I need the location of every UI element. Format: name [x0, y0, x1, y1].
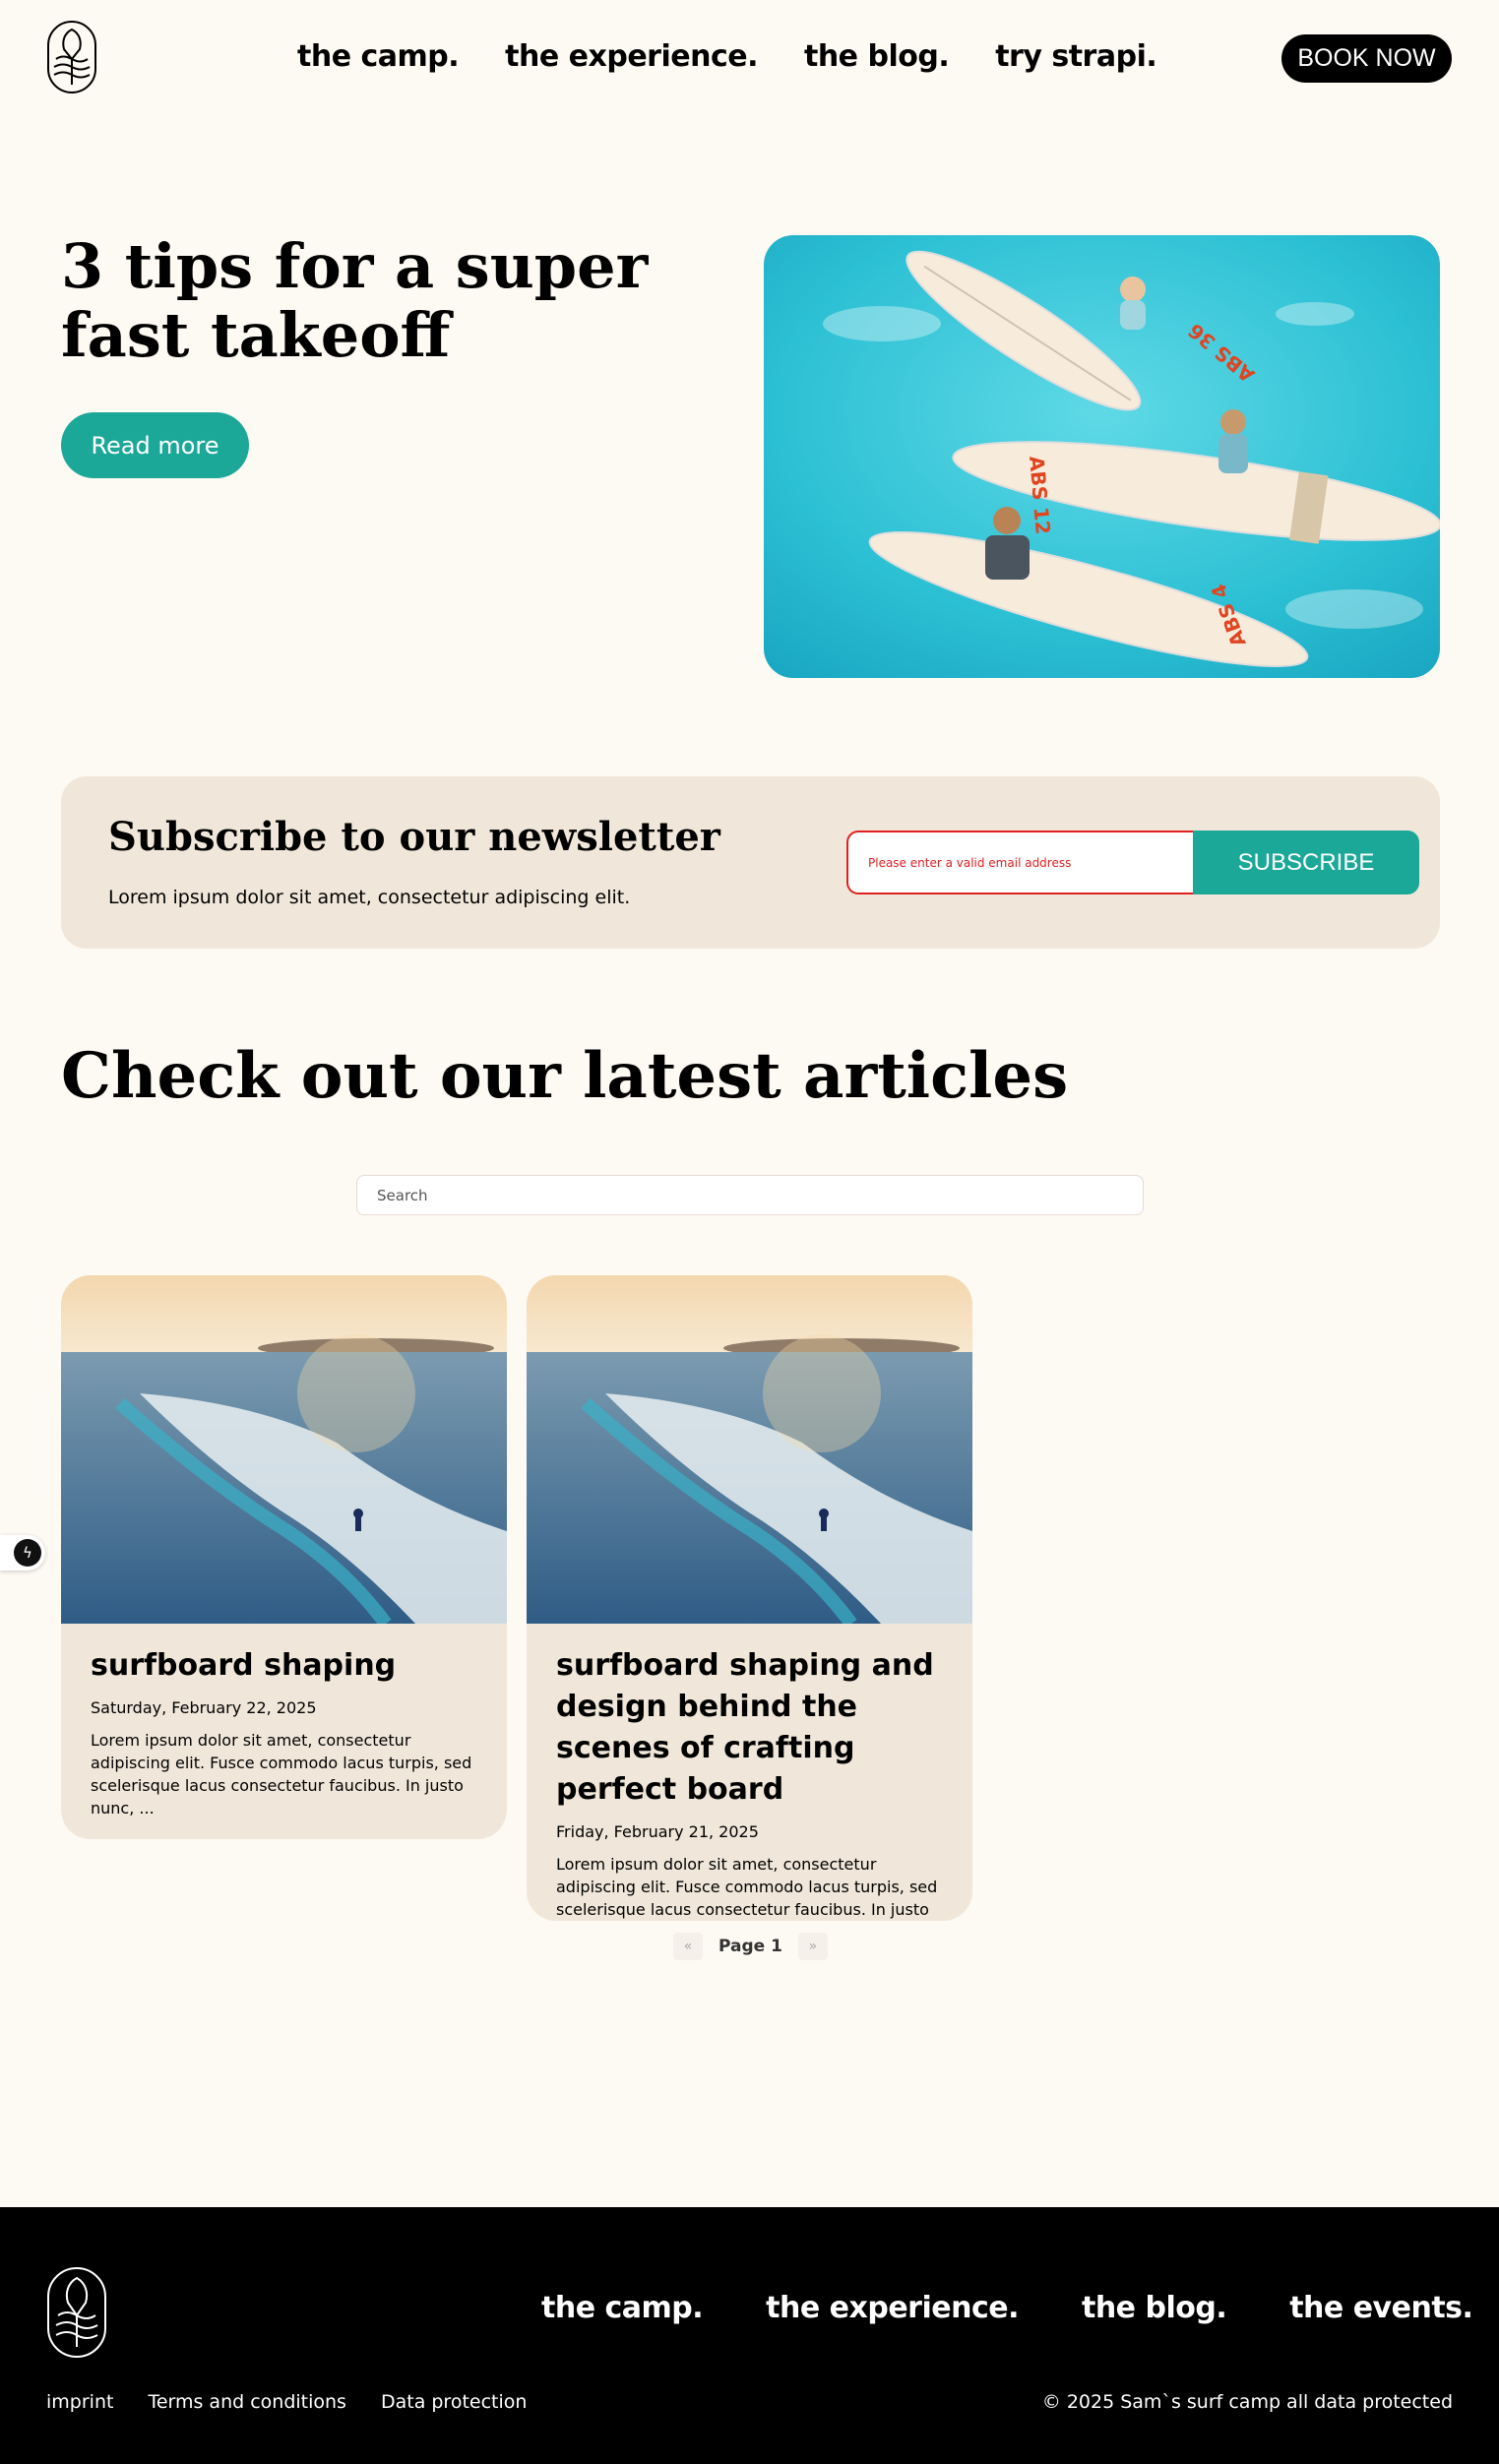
article-card[interactable]: surfboard shaping Saturday, February 22,… [61, 1275, 507, 1839]
article-excerpt: Lorem ipsum dolor sit amet, consectetur … [91, 1731, 472, 1817]
footer-link-blog[interactable]: the blog. [1082, 2291, 1227, 2325]
subscribe-button[interactable]: SUBSCRIBE [1193, 831, 1419, 894]
pagination: « Page 1 » [673, 1933, 828, 1960]
main-nav: the camp. the experience. the blog. try … [297, 39, 1157, 74]
email-field[interactable]: Please enter a valid email address [846, 831, 1197, 894]
nav-link-camp[interactable]: the camp. [297, 39, 460, 74]
newsletter-title: Subscribe to our newsletter [108, 814, 720, 860]
side-toggle-button[interactable]: ϟ [0, 1535, 45, 1571]
email-error-message: Please enter a valid email address [868, 855, 1072, 870]
footer-link-camp[interactable]: the camp. [541, 2291, 704, 2325]
hero-title: 3 tips for a super fast takeoff [61, 230, 649, 371]
data-protection-link[interactable]: Data protection [381, 2391, 527, 2413]
next-page-button[interactable]: » [797, 1933, 828, 1960]
article-date: Saturday, February 22, 2025 [91, 1698, 317, 1717]
prev-page-button[interactable]: « [673, 1933, 703, 1960]
book-now-button[interactable]: BOOK NOW [1281, 34, 1452, 83]
article-title[interactable]: surfboard shaping [91, 1645, 477, 1687]
site-footer: the camp. the experience. the blog. the … [0, 2207, 1499, 2464]
imprint-link[interactable]: imprint [46, 2391, 113, 2413]
newsletter-panel: Subscribe to our newsletter Lorem ipsum … [61, 776, 1440, 949]
terms-link[interactable]: Terms and conditions [148, 2391, 346, 2413]
search-placeholder: Search [377, 1186, 428, 1204]
search-input[interactable]: Search [356, 1175, 1144, 1215]
bolt-icon: ϟ [14, 1539, 41, 1567]
article-date: Friday, February 21, 2025 [556, 1822, 759, 1841]
articles-title: Check out our latest articles [61, 1039, 1069, 1113]
article-card[interactable]: surfboard shaping and design behind the … [527, 1275, 972, 1921]
newsletter-text: Lorem ipsum dolor sit amet, consectetur … [108, 887, 631, 908]
footer-legal-links: imprint Terms and conditions Data protec… [46, 2391, 527, 2413]
page-indicator: Page 1 [718, 1937, 782, 1956]
article-title[interactable]: surfboard shaping and design behind the … [556, 1645, 943, 1811]
surf-logo-icon[interactable] [46, 2266, 107, 2359]
surf-logo-icon[interactable] [46, 20, 97, 94]
footer-nav: the camp. the experience. the blog. the … [541, 2291, 1473, 2325]
nav-link-strapi[interactable]: try strapi. [995, 39, 1157, 74]
copyright-text: © 2025 Sam`s surf camp all data protecte… [1041, 2391, 1453, 2413]
nav-link-experience[interactable]: the experience. [505, 39, 758, 74]
article-image [61, 1275, 507, 1624]
footer-link-events[interactable]: the events. [1289, 2291, 1473, 2325]
read-more-button[interactable]: Read more [61, 412, 249, 478]
article-excerpt: Lorem ipsum dolor sit amet, consectetur … [556, 1855, 938, 1919]
site-header: the camp. the experience. the blog. try … [0, 0, 1499, 118]
article-image [527, 1275, 972, 1624]
hero-image: ABS 12 ABS 36 ABS 4 [764, 235, 1440, 678]
footer-link-experience[interactable]: the experience. [766, 2291, 1019, 2325]
nav-link-blog[interactable]: the blog. [804, 39, 950, 74]
